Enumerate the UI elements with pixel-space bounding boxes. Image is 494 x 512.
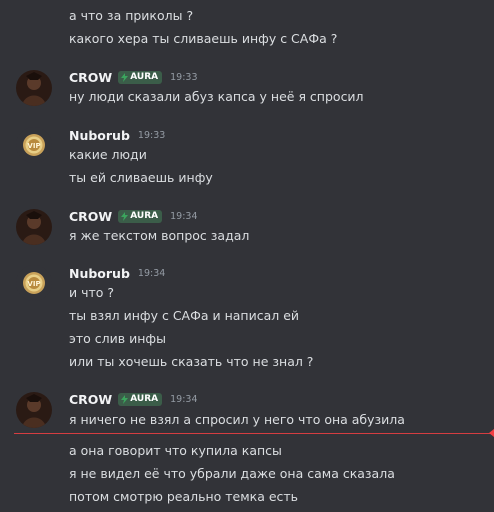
role-badge[interactable]: AURA bbox=[118, 392, 163, 406]
timestamp[interactable]: 19:34 bbox=[138, 268, 165, 279]
new-messages-divider-cap bbox=[489, 429, 494, 437]
timestamp[interactable]: 19:34 bbox=[170, 211, 197, 222]
message-line: а она говорит что купила капсы bbox=[69, 443, 282, 458]
timestamp[interactable]: 19:34 bbox=[170, 394, 197, 405]
role-badge[interactable]: AURA bbox=[118, 70, 163, 84]
message-line: ты взял инфу с САФа и написал ей bbox=[69, 308, 300, 323]
new-messages-divider bbox=[14, 433, 494, 434]
badge-label: AURA bbox=[130, 211, 159, 221]
message-line: а что за приколы ? bbox=[69, 8, 194, 23]
role-badge[interactable]: AURA bbox=[118, 209, 163, 223]
lightning-icon bbox=[121, 211, 129, 221]
username[interactable]: CROW bbox=[69, 392, 112, 407]
message-line: потом смотрю реально темка есть bbox=[69, 489, 299, 504]
message-line: я не видел её что убрали даже она сама с… bbox=[69, 466, 395, 481]
username[interactable]: CROW bbox=[69, 209, 112, 224]
message-line: ты ей сливаешь инфу bbox=[69, 170, 213, 185]
message-line: и что ? bbox=[69, 285, 115, 300]
message-line: ну люди сказали абуз капса у неё я спрос… bbox=[69, 89, 364, 104]
username[interactable]: CROW bbox=[69, 70, 112, 85]
timestamp[interactable]: 19:33 bbox=[138, 130, 165, 141]
username[interactable]: Nuborub bbox=[69, 128, 130, 143]
lightning-icon bbox=[121, 72, 129, 82]
svg-text:VIP: VIP bbox=[27, 280, 40, 288]
message-line: какие люди bbox=[69, 147, 147, 162]
crow-avatar[interactable] bbox=[16, 392, 52, 428]
badge-label: AURA bbox=[130, 394, 159, 404]
nuborub-avatar[interactable]: VIP bbox=[16, 265, 52, 301]
svg-text:VIP: VIP bbox=[27, 142, 40, 150]
message-line: какого хера ты сливаешь инфу с САФа ? bbox=[69, 31, 338, 46]
crow-avatar[interactable] bbox=[16, 209, 52, 245]
message-line: или ты хочешь сказать что не знал ? bbox=[69, 354, 314, 369]
crow-avatar[interactable] bbox=[16, 70, 52, 106]
message-line: я же текстом вопрос задал bbox=[69, 228, 250, 243]
timestamp[interactable]: 19:33 bbox=[170, 72, 197, 83]
badge-label: AURA bbox=[130, 72, 159, 82]
username[interactable]: Nuborub bbox=[69, 266, 130, 281]
lightning-icon bbox=[121, 394, 129, 404]
message-line: я ничего не взял а спросил у него что он… bbox=[69, 412, 405, 427]
message-line: это слив инфы bbox=[69, 331, 166, 346]
nuborub-avatar[interactable]: VIP bbox=[16, 127, 52, 163]
